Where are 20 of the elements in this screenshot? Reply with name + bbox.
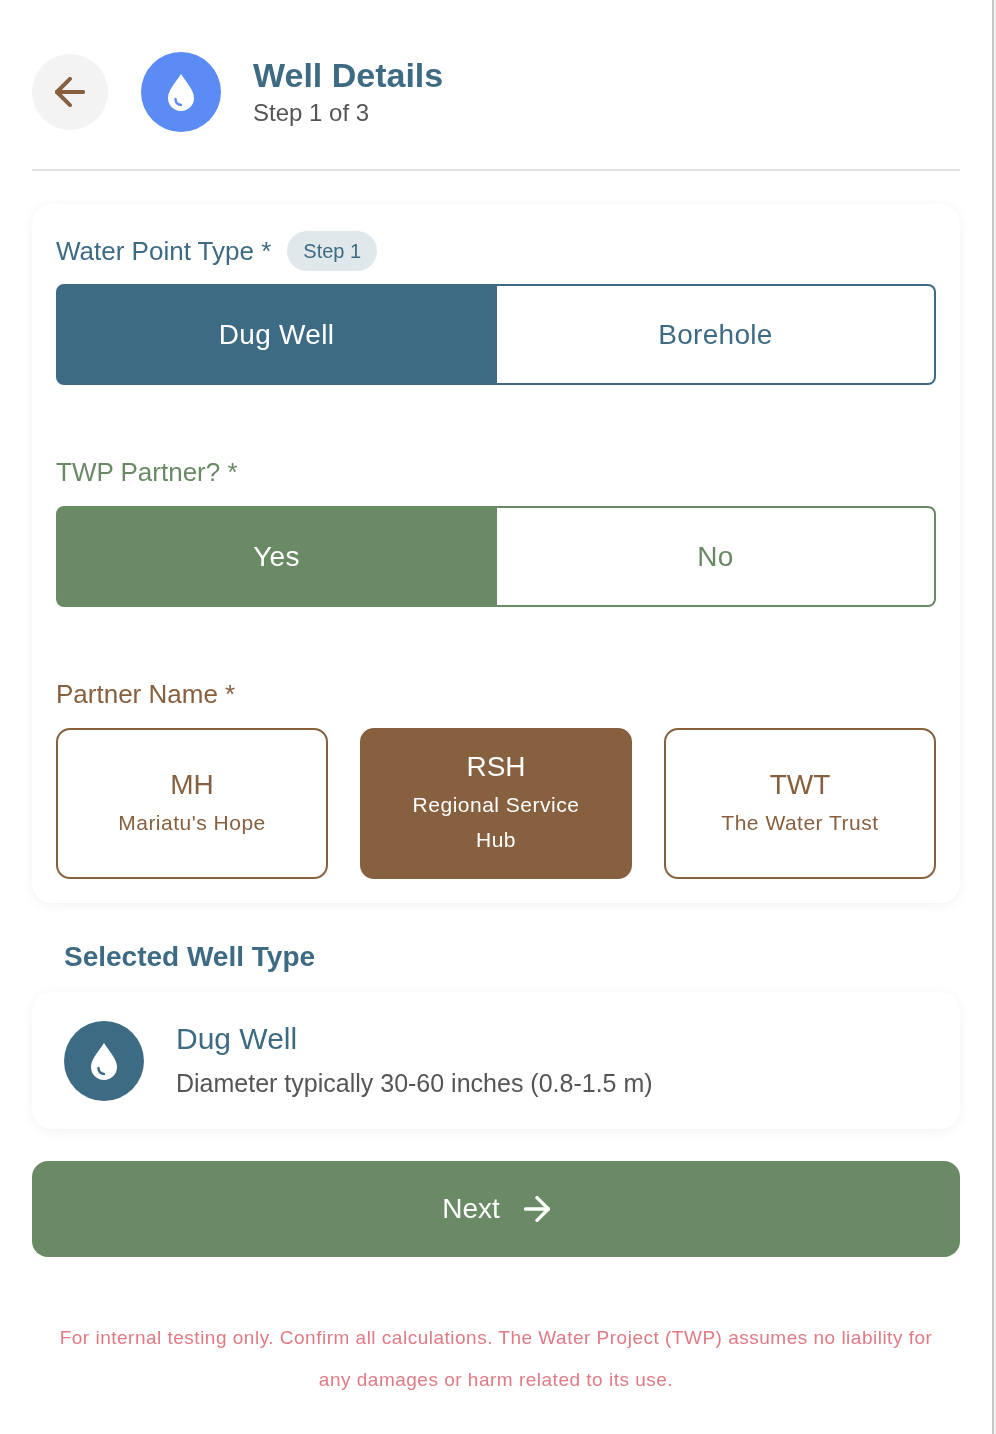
section-heading: Selected Well Type xyxy=(64,940,316,974)
next-button[interactable]: Next xyxy=(32,1161,960,1257)
well-type-name: Dug Well xyxy=(176,1021,299,1057)
field-label: TWP Partner? * xyxy=(56,456,238,489)
disclaimer-text: For internal testing only. Confirm all calculations. The Water Project (TWP) assumes no liability for any damages or harm related to its use. xyxy=(58,1326,934,1392)
water-drop-icon xyxy=(64,1020,144,1101)
partner-card[interactable]: MH Mariatu's Hope xyxy=(56,728,328,879)
step-badge: Step 1 xyxy=(287,231,378,271)
step-indicator: Step 1 of 3 xyxy=(253,98,371,128)
water-point-option[interactable]: Borehole xyxy=(497,284,936,385)
water-point-option[interactable]: Dug Well xyxy=(56,284,497,385)
partner-option[interactable]: Yes xyxy=(56,506,497,607)
partner-card[interactable]: RSH Regional Service Hub xyxy=(360,728,632,879)
partner-card[interactable]: TWT The Water Trust xyxy=(664,728,936,879)
field-label: Water Point Type * xyxy=(56,235,272,268)
well-type-description: Diameter typically 30-60 inches (0.8-1.5 m) xyxy=(176,1068,653,1099)
partner-option[interactable]: No xyxy=(497,506,936,607)
water-drop-icon xyxy=(141,52,221,132)
page-title: Well Details xyxy=(253,55,444,95)
field-label: Partner Name * xyxy=(56,678,236,711)
